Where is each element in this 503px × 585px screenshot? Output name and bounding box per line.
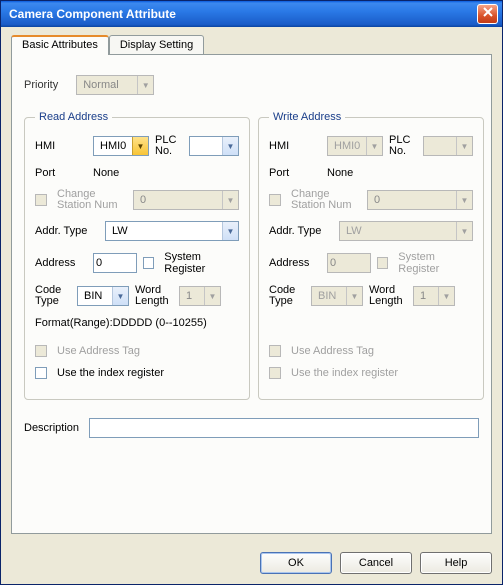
read-address-group: Read Address HMI HMI0 ▼ PLC No. ▼ — [24, 111, 250, 400]
write-addr-type-label: Addr. Type — [269, 225, 333, 237]
chevron-down-icon: ▼ — [132, 137, 148, 155]
chevron-down-icon: ▼ — [112, 287, 128, 305]
write-plc-select: ▼ — [423, 136, 473, 156]
read-change-station-value: 0 — [136, 194, 222, 206]
read-word-length-value: 1 — [182, 290, 204, 302]
write-address-group: Write Address HMI HMI0 ▼ PLC No. ▼ — [258, 111, 484, 400]
read-hmi-select[interactable]: HMI0 ▼ — [93, 136, 149, 156]
client-area: Basic Attributes Display Setting Priorit… — [1, 27, 502, 544]
chevron-down-icon: ▼ — [456, 222, 472, 240]
read-plc-select[interactable]: ▼ — [189, 136, 239, 156]
chevron-down-icon: ▼ — [204, 287, 220, 305]
write-word-length-value: 1 — [416, 290, 438, 302]
read-use-address-tag-checkbox — [35, 345, 47, 357]
chevron-down-icon: ▼ — [346, 287, 362, 305]
tab-panel-basic: Priority Normal ▼ Read Address HMI HMI0 … — [11, 54, 492, 534]
chevron-down-icon: ▼ — [222, 222, 238, 240]
dialog-window: Camera Component Attribute Basic Attribu… — [0, 0, 503, 585]
tab-basic-attributes[interactable]: Basic Attributes — [11, 35, 109, 55]
write-change-station-label: Change Station Num — [291, 189, 361, 211]
read-addr-type-select[interactable]: LW ▼ — [105, 221, 239, 241]
read-system-register-checkbox[interactable] — [143, 257, 154, 269]
write-system-register-checkbox — [377, 257, 388, 269]
write-plc-label: PLC No. — [389, 135, 417, 157]
write-change-station-value: 0 — [370, 194, 456, 206]
write-use-index-register-label: Use the index register — [291, 367, 398, 379]
chevron-down-icon: ▼ — [222, 137, 238, 155]
read-change-station-select: 0 ▼ — [133, 190, 239, 210]
write-hmi-select: HMI0 ▼ — [327, 136, 383, 156]
read-system-register-label: System Register — [164, 251, 239, 275]
read-port-value: None — [93, 167, 119, 179]
read-format-line: Format(Range):DDDDD (0--10255) — [35, 317, 239, 329]
write-hmi-label: HMI — [269, 140, 321, 152]
titlebar: Camera Component Attribute — [1, 1, 502, 27]
write-port-value: None — [327, 167, 353, 179]
read-addr-type-label: Addr. Type — [35, 225, 99, 237]
read-change-station-checkbox — [35, 194, 47, 206]
write-address-label: Address — [269, 257, 321, 269]
tab-bar: Basic Attributes Display Setting — [11, 35, 492, 55]
read-code-type-label: Code Type — [35, 285, 71, 307]
write-word-length-label: Word Length — [369, 285, 407, 307]
close-icon — [483, 7, 493, 17]
description-label: Description — [24, 422, 79, 434]
write-addr-type-value: LW — [342, 225, 456, 237]
read-address-label: Address — [35, 257, 87, 269]
priority-label: Priority — [24, 79, 58, 91]
write-port-label: Port — [269, 167, 321, 179]
tab-display-setting[interactable]: Display Setting — [109, 35, 204, 55]
help-button[interactable]: Help — [420, 552, 492, 574]
read-word-length-label: Word Length — [135, 285, 173, 307]
write-code-type-label: Code Type — [269, 285, 305, 307]
read-code-type-select[interactable]: BIN ▼ — [77, 286, 129, 306]
write-code-type-value: BIN — [314, 290, 346, 302]
read-use-index-register-label: Use the index register — [57, 367, 164, 379]
read-change-station-label: Change Station Num — [57, 189, 127, 211]
write-address-input — [327, 253, 371, 273]
read-port-label: Port — [35, 167, 87, 179]
write-change-station-checkbox — [269, 194, 281, 206]
write-use-index-register-checkbox — [269, 367, 281, 379]
write-use-address-tag-checkbox — [269, 345, 281, 357]
read-plc-label: PLC No. — [155, 135, 183, 157]
write-change-station-select: 0 ▼ — [367, 190, 473, 210]
cancel-button[interactable]: Cancel — [340, 552, 412, 574]
priority-value: Normal — [79, 79, 137, 91]
write-legend: Write Address — [269, 111, 345, 123]
read-legend: Read Address — [35, 111, 112, 123]
read-hmi-value: HMI0 — [96, 140, 132, 152]
write-code-type-select: BIN ▼ — [311, 286, 363, 306]
chevron-down-icon: ▼ — [438, 287, 454, 305]
write-use-address-tag-label: Use Address Tag — [291, 345, 374, 357]
chevron-down-icon: ▼ — [137, 76, 153, 94]
window-title: Camera Component Attribute — [9, 7, 477, 21]
read-code-type-value: BIN — [80, 290, 112, 302]
chevron-down-icon: ▼ — [222, 191, 238, 209]
chevron-down-icon: ▼ — [456, 137, 472, 155]
write-word-length-select: 1 ▼ — [413, 286, 455, 306]
chevron-down-icon: ▼ — [456, 191, 472, 209]
description-input[interactable] — [89, 418, 479, 438]
read-addr-type-value: LW — [108, 225, 222, 237]
write-hmi-value: HMI0 — [330, 140, 366, 152]
button-bar: OK Cancel Help — [1, 544, 502, 584]
read-use-address-tag-label: Use Address Tag — [57, 345, 140, 357]
chevron-down-icon: ▼ — [366, 137, 382, 155]
read-address-input[interactable] — [93, 253, 137, 273]
close-button[interactable] — [477, 4, 498, 24]
read-hmi-label: HMI — [35, 140, 87, 152]
write-system-register-label: System Register — [398, 251, 473, 275]
write-addr-type-select: LW ▼ — [339, 221, 473, 241]
ok-button[interactable]: OK — [260, 552, 332, 574]
read-use-index-register-checkbox[interactable] — [35, 367, 47, 379]
read-word-length-select: 1 ▼ — [179, 286, 221, 306]
priority-select: Normal ▼ — [76, 75, 154, 95]
